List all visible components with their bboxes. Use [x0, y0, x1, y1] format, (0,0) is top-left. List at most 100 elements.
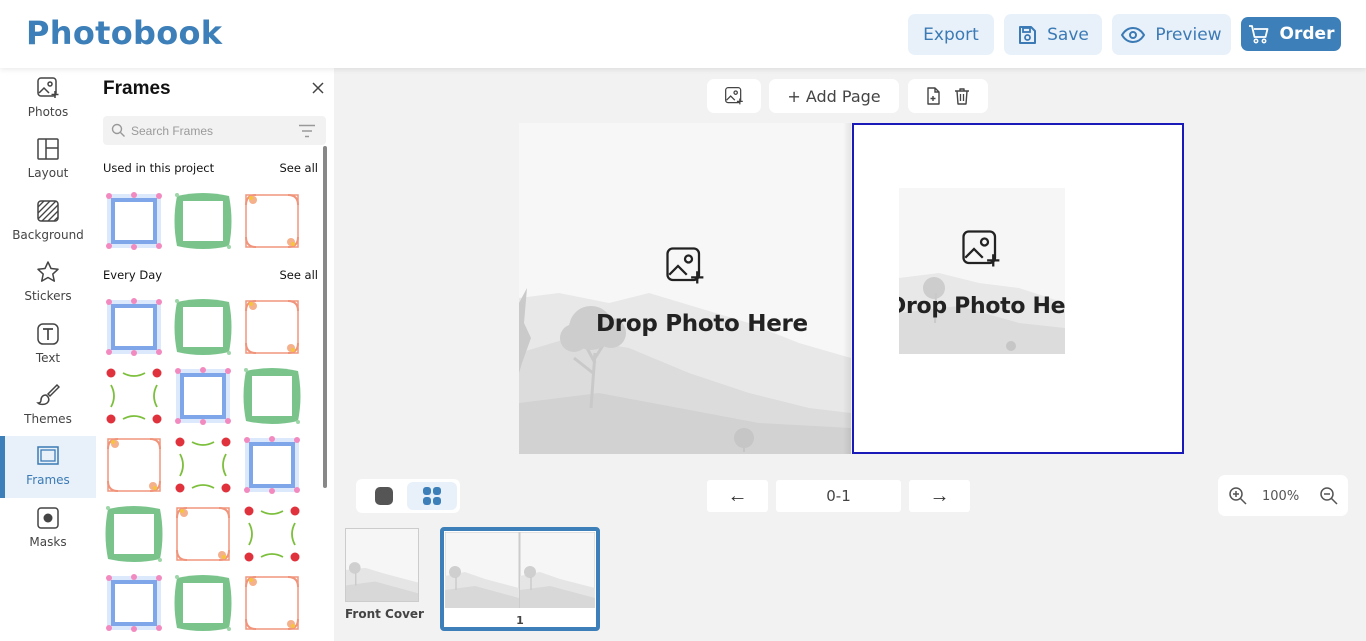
export-button[interactable]: Export	[908, 14, 994, 55]
sidebar-item-frames[interactable]: Frames	[0, 436, 96, 498]
photo-placeholder[interactable]: Drop Photo Here	[899, 188, 1065, 354]
layout-icon	[37, 138, 59, 160]
frame-preview-image	[175, 367, 231, 425]
thumbnail-label: 1	[516, 614, 524, 627]
frame-thumbnail-orange[interactable]	[241, 572, 303, 634]
eye-icon	[1121, 26, 1146, 43]
sidebar-item-masks[interactable]: Masks	[0, 498, 96, 556]
frame-preview-image	[106, 574, 162, 632]
photo-add-icon	[725, 87, 743, 105]
frame-icon	[37, 446, 59, 465]
frame-thumbnail-blue[interactable]	[103, 190, 165, 252]
see-all-link[interactable]: See all	[279, 161, 318, 175]
add-page-label: + Add Page	[787, 86, 881, 106]
canvas-area: + Add Page Drop Photo Here rop Photo He …	[334, 68, 1366, 641]
sidebar-item-stickers[interactable]: Stickers	[0, 252, 96, 310]
page-actions	[908, 79, 988, 113]
duplicate-page-icon[interactable]	[926, 87, 942, 105]
grid-view-button[interactable]	[407, 482, 457, 510]
search-icon	[111, 123, 125, 137]
thumbnail-front-cover[interactable]: Front Cover	[345, 528, 424, 621]
filter-icon[interactable]	[299, 124, 315, 138]
frame-thumbnail-green[interactable]	[172, 572, 234, 634]
sidebar-item-label: Photos	[27, 105, 69, 119]
see-all-link[interactable]: See all	[279, 268, 318, 282]
single-view-button[interactable]	[359, 482, 409, 510]
left-page[interactable]: Drop Photo Here	[519, 123, 851, 454]
export-label: Export	[923, 24, 979, 45]
frame-thumbnail-red[interactable]	[172, 434, 234, 496]
save-button[interactable]: Save	[1004, 14, 1102, 55]
landscape-placeholder	[899, 273, 1065, 354]
zoom-control: 100%	[1218, 475, 1348, 516]
sidebar-item-label: Stickers	[24, 289, 72, 303]
frame-thumbnail-blue[interactable]	[103, 296, 165, 358]
frame-thumbnail-orange[interactable]	[172, 503, 234, 565]
panel-scrollbar[interactable]	[323, 146, 327, 488]
trash-icon[interactable]	[954, 87, 970, 105]
frame-thumbnail-green[interactable]	[241, 365, 303, 427]
frame-thumbnail-blue[interactable]	[241, 434, 303, 496]
frame-preview-image	[241, 503, 303, 565]
text-icon	[37, 323, 59, 345]
sidebar-item-background[interactable]: Background	[0, 191, 96, 249]
photo-add-icon	[962, 230, 1000, 267]
frame-thumbnail-orange[interactable]	[103, 434, 165, 496]
close-icon[interactable]	[311, 81, 325, 95]
frame-thumbnail-green[interactable]	[172, 190, 234, 252]
order-button[interactable]: Order	[1241, 17, 1341, 51]
sidebar-item-layout[interactable]: Layout	[0, 129, 96, 187]
brush-icon	[36, 383, 60, 406]
sidebar-item-label: Frames	[26, 473, 70, 487]
save-icon	[1019, 25, 1037, 44]
view-toggle	[356, 479, 460, 513]
frame-preview-image	[174, 193, 232, 249]
mask-icon	[37, 507, 59, 529]
frame-preview-image	[245, 194, 299, 248]
panel-title: Frames	[103, 78, 171, 99]
preview-button[interactable]: Preview	[1112, 14, 1231, 55]
frame-preview-image	[176, 507, 230, 561]
frame-thumbnail-red[interactable]	[103, 365, 165, 427]
right-page-selected[interactable]: Drop Photo Here	[852, 123, 1184, 454]
frame-thumbnail-blue[interactable]	[172, 365, 234, 427]
zoom-level: 100%	[1262, 489, 1300, 504]
page-indicator: 0-1	[776, 480, 901, 512]
add-photo-button[interactable]	[707, 79, 761, 113]
sidebar-item-text[interactable]: Text	[0, 314, 96, 372]
frame-thumbnail-red[interactable]	[241, 503, 303, 565]
preview-label: Preview	[1155, 24, 1222, 45]
top-bar: Photobook Export Save Preview Order	[0, 0, 1366, 68]
search-input[interactable]	[131, 121, 291, 140]
star-icon	[37, 261, 59, 282]
background-icon	[37, 200, 59, 222]
drop-photo-label: Drop Photo Here	[899, 294, 1065, 319]
frame-thumbnail-orange[interactable]	[241, 190, 303, 252]
zoom-out-icon[interactable]	[1319, 486, 1339, 506]
arrow-right-icon: →	[929, 484, 950, 507]
photo-add-icon	[666, 247, 704, 284]
add-page-button[interactable]: + Add Page	[769, 79, 899, 113]
frame-thumbnail-blue[interactable]	[103, 572, 165, 634]
cart-icon	[1248, 25, 1268, 44]
frame-thumbnail-green[interactable]	[172, 296, 234, 358]
frame-preview-image	[106, 192, 162, 250]
thumbnail-image	[445, 532, 595, 608]
frame-preview-image	[245, 300, 299, 354]
sidebar-item-label: Masks	[29, 535, 67, 549]
frame-thumbnail-orange[interactable]	[241, 296, 303, 358]
thumbnail-spread-1[interactable]: 1	[440, 527, 600, 631]
section-title: Every Day	[103, 268, 163, 282]
prev-page-button[interactable]: ←	[707, 480, 768, 512]
sidebar-item-label: Layout	[27, 166, 69, 180]
frame-preview-image	[243, 368, 301, 424]
sidebar-item-themes[interactable]: Themes	[0, 375, 96, 433]
frame-preview-image	[244, 436, 300, 494]
save-label: Save	[1047, 24, 1089, 45]
sidebar-item-photos[interactable]: Photos	[0, 68, 96, 126]
frame-thumbnail-green[interactable]	[103, 503, 165, 565]
next-page-button[interactable]: →	[909, 480, 970, 512]
sidebar-item-label: Background	[12, 228, 84, 242]
frames-panel: Frames Used in this project See all Ever…	[96, 68, 334, 641]
zoom-in-icon[interactable]	[1228, 486, 1248, 506]
